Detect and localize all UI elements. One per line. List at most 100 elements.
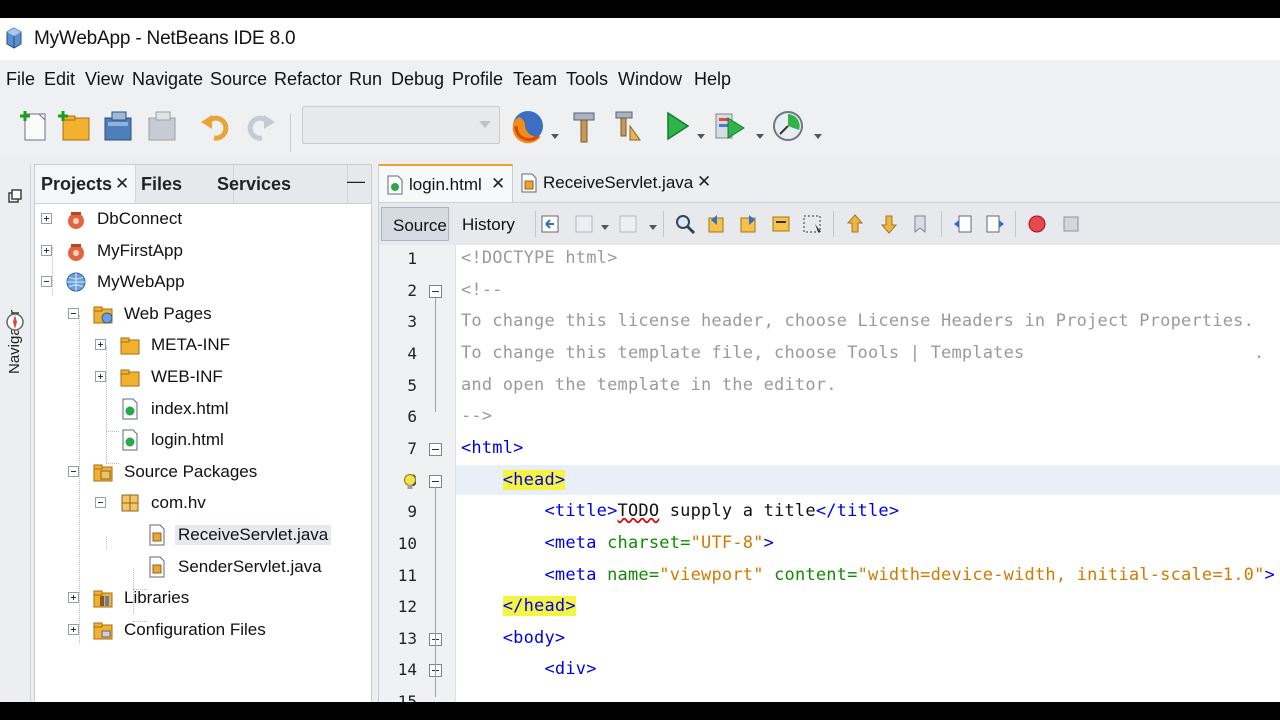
browser-dropdown-arrow[interactable]	[551, 134, 559, 139]
rectangular-selection-icon[interactable]	[801, 212, 825, 236]
code-editor[interactable]: <!DOCTYPE html> <!-- To change this licens…	[456, 245, 1280, 702]
shift-left-icon[interactable]	[951, 212, 975, 236]
configuration-combobox[interactable]	[302, 106, 500, 144]
restore-window-icon[interactable]	[7, 188, 23, 204]
collapse-icon[interactable]	[68, 307, 79, 319]
expand-icon[interactable]	[95, 339, 106, 351]
stop-macro-recording-icon[interactable]	[1059, 212, 1083, 236]
menu-team[interactable]: Team	[513, 69, 557, 90]
tree-item[interactable]: META-INF	[35, 331, 371, 361]
expand-icon[interactable]	[68, 592, 79, 604]
navigator-compass-icon[interactable]	[5, 312, 25, 332]
debug-icon[interactable]	[712, 106, 748, 146]
shift-right-icon[interactable]	[983, 212, 1007, 236]
close-tab-icon[interactable]: ✕	[697, 172, 711, 192]
editor-toolbar: Source History	[379, 202, 1280, 246]
menu-edit[interactable]: Edit	[44, 69, 75, 90]
fold-toggle-icon[interactable]	[429, 474, 442, 488]
undo-icon[interactable]	[198, 106, 234, 146]
tree-item[interactable]: MyFirstApp	[35, 237, 371, 267]
firefox-browser-icon[interactable]	[510, 106, 546, 146]
tree-item[interactable]: Web Pages	[35, 300, 371, 330]
menu-profile[interactable]: Profile	[452, 69, 503, 90]
lightbulb-hint-icon[interactable]	[403, 473, 417, 491]
tree-item[interactable]: com.hv	[35, 489, 371, 519]
source-view-button[interactable]: Source	[381, 207, 449, 241]
menu-help[interactable]: Help	[694, 69, 731, 90]
build-hammer-icon[interactable]	[566, 106, 602, 146]
html-file-icon	[387, 175, 403, 195]
menu-window[interactable]: Window	[618, 69, 682, 90]
new-project-icon[interactable]	[56, 106, 92, 146]
tree-item[interactable]: WEB-INF	[35, 363, 371, 393]
code-token: name=	[607, 564, 660, 585]
expand-icon[interactable]	[41, 244, 52, 256]
history-view-button[interactable]: History	[462, 215, 515, 235]
tab-services[interactable]: Services	[217, 174, 291, 195]
menu-file[interactable]: File	[6, 69, 35, 90]
collapse-icon[interactable]	[41, 276, 52, 288]
collapse-icon[interactable]	[95, 497, 106, 509]
tab-files[interactable]: Files	[141, 174, 182, 195]
tree-item[interactable]: login.html	[35, 426, 371, 456]
find-icon[interactable]	[673, 212, 697, 236]
debug-dropdown-arrow[interactable]	[756, 134, 764, 139]
toggle-bookmark-icon[interactable]	[909, 212, 933, 236]
collapse-icon[interactable]	[68, 465, 79, 477]
previous-bookmark-icon[interactable]	[843, 212, 867, 236]
close-project-icon[interactable]	[144, 106, 180, 146]
tree-item[interactable]: Configuration Files	[35, 616, 371, 646]
code-line: -->	[461, 406, 492, 426]
expand-icon[interactable]	[95, 371, 106, 382]
open-project-icon[interactable]	[100, 106, 136, 146]
forward-dropdown-arrow[interactable]	[649, 225, 657, 230]
menu-run[interactable]: Run	[349, 69, 382, 90]
last-edit-icon[interactable]	[539, 212, 563, 236]
forward-icon[interactable]	[617, 212, 641, 236]
menu-refactor[interactable]: Refactor	[274, 69, 342, 90]
find-next-icon[interactable]	[737, 212, 761, 236]
tree-item[interactable]: index.html	[35, 395, 371, 425]
tree-item[interactable]: ReceiveServlet.java	[35, 521, 371, 551]
expand-icon[interactable]	[41, 213, 52, 224]
fold-toggle-icon[interactable]	[429, 442, 442, 456]
minimize-panel-icon[interactable]: —	[347, 171, 365, 192]
profile-icon[interactable]	[770, 106, 806, 146]
tree-item-label: ReceiveServlet.java	[175, 525, 332, 545]
close-tab-icon[interactable]: ✕	[491, 174, 505, 194]
menu-bar: File Edit View Navigate Source Refactor …	[0, 60, 1280, 98]
tree-item-label: MyWebApp	[97, 272, 185, 292]
redo-icon[interactable]	[242, 106, 278, 146]
tree-item[interactable]: SenderServlet.java	[35, 553, 371, 583]
run-dropdown-arrow[interactable]	[697, 134, 705, 139]
tree-connector-line	[133, 568, 134, 613]
tab-receiveservlet-java[interactable]: ReceiveServlet.java ✕	[515, 164, 719, 202]
menu-navigate[interactable]: Navigate	[132, 69, 203, 90]
new-file-icon[interactable]	[16, 106, 52, 146]
tree-connector-line	[106, 463, 119, 464]
back-dropdown-arrow[interactable]	[601, 225, 609, 230]
start-macro-recording-icon[interactable]	[1025, 212, 1049, 236]
next-bookmark-icon[interactable]	[877, 212, 901, 236]
find-previous-icon[interactable]	[705, 212, 729, 236]
expand-icon[interactable]	[68, 623, 79, 635]
menu-tools[interactable]: Tools	[566, 69, 608, 90]
back-icon[interactable]	[573, 212, 597, 236]
run-icon[interactable]	[658, 106, 694, 146]
menu-view[interactable]: View	[85, 69, 124, 90]
tree-item[interactable]: MyWebApp	[35, 268, 371, 298]
profile-dropdown-arrow[interactable]	[814, 134, 822, 139]
menu-source[interactable]: Source	[210, 69, 267, 90]
clean-build-icon[interactable]	[610, 106, 646, 146]
tree-item[interactable]: Source Packages	[35, 458, 371, 488]
fold-toggle-icon[interactable]	[429, 284, 442, 298]
code-token: </head>	[502, 596, 576, 617]
code-token: <meta	[544, 532, 608, 553]
tab-login-html[interactable]: login.html ✕	[379, 164, 513, 202]
toggle-highlight-icon[interactable]	[769, 212, 793, 236]
tree-item[interactable]: Libraries	[35, 584, 371, 614]
tree-item[interactable]: DbConnect	[35, 205, 371, 235]
menu-debug[interactable]: Debug	[391, 69, 444, 90]
tab-projects-close-icon[interactable]: ✕	[115, 174, 129, 194]
tab-projects[interactable]: Projects	[41, 174, 112, 195]
